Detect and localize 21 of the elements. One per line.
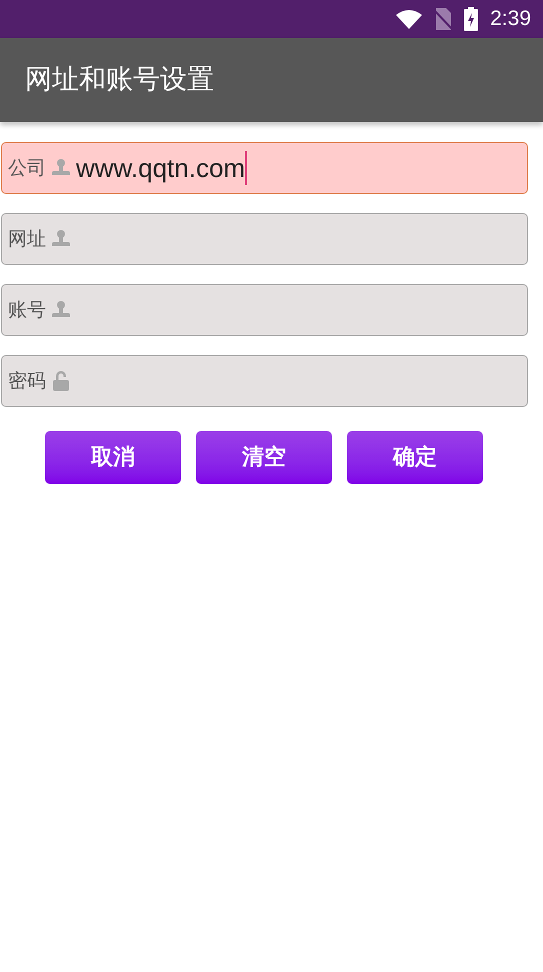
wifi-icon: [396, 9, 422, 29]
action-button[interactable]: 取消: [45, 431, 181, 484]
input-field[interactable]: 网址: [1, 213, 528, 265]
app-bar-title: 网址和账号设置: [25, 62, 214, 97]
field-label: 网址: [8, 226, 46, 252]
field-label: 密码: [8, 368, 46, 394]
battery-icon: [464, 7, 478, 31]
input-field[interactable]: 账号: [1, 284, 528, 336]
field-label: 公司: [8, 156, 46, 181]
clock-time: 2:39: [490, 6, 531, 32]
field-label: 账号: [8, 298, 46, 323]
no-sim-icon: [434, 8, 452, 30]
person-icon: [52, 229, 70, 249]
input-field[interactable]: 公司 www.qqtn.com: [1, 142, 528, 194]
person-icon: [52, 300, 70, 320]
text-cursor: [245, 151, 248, 185]
action-button[interactable]: 确定: [347, 431, 483, 484]
lock-icon: [52, 370, 70, 392]
action-button[interactable]: 清空: [196, 431, 332, 484]
input-field[interactable]: 密码: [1, 355, 528, 407]
person-icon: [52, 158, 70, 178]
